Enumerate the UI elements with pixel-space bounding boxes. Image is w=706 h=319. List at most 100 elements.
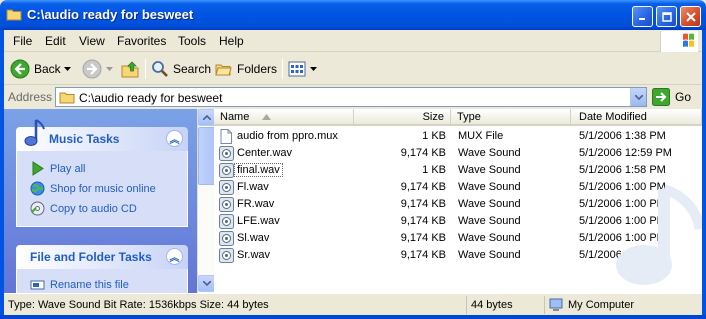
column-date-modified[interactable]: Date Modified [571,109,702,126]
file-size: 9,174 KB [400,249,446,261]
file-size: 9,174 KB [400,232,446,244]
chevron-down-icon [106,66,113,71]
chevron-down-icon [202,281,211,286]
file-type: Wave Sound [458,198,521,210]
address-dropdown-button[interactable] [630,88,646,106]
wave-sound-icon [219,180,234,195]
address-label: Address [8,90,53,104]
play-all-link[interactable]: Play all [30,161,85,176]
scroll-up-button[interactable] [198,109,215,126]
menu-edit[interactable]: Edit [45,34,66,48]
views-icon [288,61,306,77]
scroll-down-button[interactable] [198,275,215,292]
column-name[interactable]: Name [214,109,354,126]
file-row[interactable]: audio from ppro.mux 1 KB MUX File 5/1/20… [214,128,702,145]
window-title: C:\audio ready for besweet [27,7,194,22]
file-size: 9,174 KB [400,215,446,227]
folders-icon [215,64,232,76]
column-type[interactable]: Type [451,109,571,126]
windows-logo [660,31,698,52]
play-all-label: Play all [50,162,86,175]
back-arrow-icon [10,59,30,79]
music-note-icon [24,119,45,146]
minimize-button[interactable] [632,6,653,27]
window-frame-bottom [0,315,706,319]
menu-help[interactable]: Help [219,34,244,48]
file-date: 5/1/2006 1:58 PM [579,164,666,176]
chevron-down-icon [310,66,317,71]
address-input[interactable]: C:\audio ready for besweet [55,87,647,107]
file-name: Sr.wav [237,249,271,261]
forward-button[interactable] [82,58,106,80]
file-name: Fl.wav [237,181,269,193]
maximize-button[interactable] [656,6,677,27]
folders-button[interactable]: Folders [215,58,277,80]
file-folder-tasks-header[interactable]: File and Folder Tasks ︽ [16,245,188,269]
file-type: Wave Sound [458,215,521,227]
views-button[interactable] [288,58,321,80]
scroll-thumb[interactable] [198,127,215,185]
file-row[interactable]: Center.wav 9,174 KB Wave Sound 5/1/2006 … [214,145,702,162]
back-button[interactable]: Back [10,58,61,80]
file-size: 9,174 KB [400,147,446,159]
file-name: Sl.wav [237,232,270,244]
folder-icon [59,92,75,104]
wave-sound-icon [219,197,234,212]
file-type: MUX File [458,130,504,142]
shop-music-link[interactable]: Shop for music online [30,181,156,196]
menu-bar: File Edit View Favorites Tools Help [4,30,702,52]
file-type: Wave Sound [458,249,521,261]
menu-file[interactable]: File [13,34,32,48]
my-computer-icon [549,298,563,311]
task-pane-scrollbar[interactable] [197,109,215,293]
copy-audio-cd-label: Copy to audio CD [50,202,137,215]
chevron-down-icon [64,66,71,71]
chevron-up-icon [202,115,211,120]
window-frame-right [702,30,706,319]
close-button[interactable] [680,6,701,27]
menu-tools[interactable]: Tools [178,34,206,48]
menu-favorites[interactable]: Favorites [117,34,166,48]
play-icon [32,161,44,176]
toolbar-separator [282,59,283,79]
music-tasks-title: Music Tasks [49,132,120,146]
collapse-chevron-icon[interactable]: ︽ [166,248,183,265]
wave-sound-icon [219,248,234,263]
minimize-icon [639,18,645,20]
status-bar: Type: Wave Sound Bit Rate: 1536kbps Size… [4,293,702,315]
file-row-selected[interactable]: final.wav 1 KB Wave Sound 5/1/2006 1:58 … [214,162,702,179]
file-type: Wave Sound [458,164,521,176]
file-type: Wave Sound [458,181,521,193]
wave-sound-icon [219,146,234,161]
music-tasks-header[interactable]: Music Tasks ︽ [16,119,188,151]
back-dropdown[interactable] [64,58,75,80]
file-icon [220,129,232,144]
rename-file-link[interactable]: Rename this file [30,277,129,292]
file-type: Wave Sound [458,232,521,244]
toolbar: Back Search Folders [4,53,702,85]
task-pane: Music Tasks ︽ Play all Shop for music on… [4,109,197,293]
wave-sound-icon [219,231,234,246]
file-name: LFE.wav [237,215,280,227]
rename-file-label: Rename this file [50,278,129,291]
copy-audio-cd-link[interactable]: Copy to audio CD [30,201,137,216]
wave-sound-icon [219,214,234,229]
toolbar-separator [145,59,146,79]
folder-icon [6,9,22,21]
status-zone: My Computer [544,296,702,314]
sort-ascending-icon [262,114,271,120]
shop-music-label: Shop for music online [50,182,156,195]
file-size: 9,174 KB [400,198,446,210]
up-folder-button[interactable] [120,58,144,80]
file-folder-tasks-title: File and Folder Tasks [30,250,152,264]
status-details: Type: Wave Sound Bit Rate: 1536kbps Size… [8,299,269,311]
title-bar: C:\audio ready for besweet [0,0,706,30]
file-size: 9,174 KB [400,181,446,193]
column-size[interactable]: Size [354,109,451,126]
forward-dropdown[interactable] [106,58,117,80]
wave-sound-icon [219,163,234,178]
menu-view[interactable]: View [79,34,105,48]
search-button[interactable]: Search [151,58,211,80]
go-button[interactable]: Go [652,87,691,107]
collapse-chevron-icon[interactable]: ︽ [166,130,183,147]
